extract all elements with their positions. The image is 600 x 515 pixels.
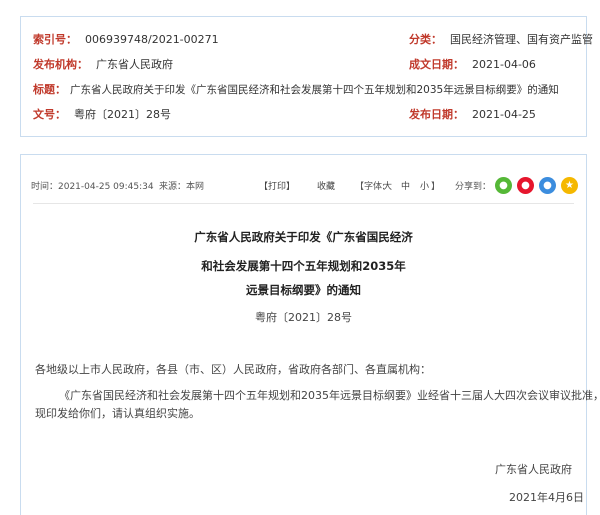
issuer-label: 发布机构： xyxy=(33,58,88,71)
source-text: 来源：本网 xyxy=(159,182,205,192)
created-date-row: 成文日期： 2021-04-06 xyxy=(409,58,536,72)
title-row: 标题： 广东省人民政府关于印发《广东省国民经济和社会发展第十四个五年规划和2035… xyxy=(33,83,559,97)
index-number-value: 006939748/2021-00271 xyxy=(85,33,219,46)
wechat-icon[interactable]: ● xyxy=(495,177,512,194)
doc-number-row: 文号： 粤府〔2021〕28号 xyxy=(33,108,171,122)
qzone-icon[interactable]: ★ xyxy=(561,177,578,194)
doc-number-label: 文号： xyxy=(33,108,66,121)
published-date-row: 发布日期： 2021-04-25 xyxy=(409,108,536,122)
title-label: 标题： xyxy=(33,83,66,96)
created-date-label: 成文日期： xyxy=(409,58,464,71)
font-size-close: 】 xyxy=(431,182,441,192)
body-paragraph-line-2: 现印发给你们，请认真组织实施。 xyxy=(35,407,200,420)
category-row: 分类： 国民经济管理、国有资产监管 xyxy=(409,33,593,47)
issuer-row: 发布机构： 广东省人民政府 xyxy=(33,58,173,72)
index-number-row: 索引号： 006939748/2021-00271 xyxy=(33,33,219,47)
font-size-label: 【字体: xyxy=(355,182,386,192)
index-number-label: 索引号： xyxy=(33,33,77,46)
document-metadata-panel: 索引号： 006939748/2021-00271 分类： 国民经济管理、国有资产监… xyxy=(20,16,593,137)
share-label: 分享到： xyxy=(455,182,492,192)
publish-time: 时间：2021-04-25 09:45:34 xyxy=(31,182,154,192)
qq-icon[interactable]: ● xyxy=(539,177,556,194)
article-title-line-2: 和社会发展第十四个五年规划和2035年 xyxy=(201,259,406,273)
toolbar-divider xyxy=(33,203,574,204)
published-date-label: 发布日期： xyxy=(409,108,464,121)
font-medium-button[interactable]: 中 xyxy=(401,181,410,193)
created-date-value: 2021-04-06 xyxy=(472,58,536,71)
print-link[interactable]: 【打印】 xyxy=(259,181,295,193)
article-title-line-3: 远景目标纲要》的通知 xyxy=(246,283,361,297)
category-value: 国民经济管理、国有资产监管 xyxy=(450,33,593,46)
article-title-line-1: 广东省人民政府关于印发《广东省国民经济 xyxy=(194,230,413,244)
issuer-value: 广东省人民政府 xyxy=(96,58,173,71)
title-value: 广东省人民政府关于印发《广东省国民经济和社会发展第十四个五年规划和2035年远景… xyxy=(70,84,559,96)
addressee: 各地级以上市人民政府，各县（市、区）人民政府，省政府各部门、各直属机构： xyxy=(35,363,431,376)
weibo-icon[interactable]: ● xyxy=(517,177,534,194)
font-large-button[interactable]: 大 xyxy=(383,181,392,193)
signature-date: 2021年4月6日 xyxy=(509,491,584,504)
favorite-link[interactable]: 收藏 xyxy=(317,181,335,193)
article-toolbar: 时间：2021-04-25 09:45:34 来源：本网 【打印】 收藏 【字体… xyxy=(21,155,586,203)
body-paragraph-line-1: 《广东省国民经济和社会发展第十四个五年规划和2035年远景目标纲要》业经省十三届… xyxy=(59,389,600,402)
article-panel: 时间：2021-04-25 09:45:34 来源：本网 【打印】 收藏 【字体… xyxy=(20,154,600,515)
doc-number-value: 粤府〔2021〕28号 xyxy=(74,108,171,121)
signature: 广东省人民政府 xyxy=(495,463,572,476)
published-date-value: 2021-04-25 xyxy=(472,108,536,121)
font-small-button[interactable]: 小 xyxy=(420,181,429,193)
category-label: 分类： xyxy=(409,33,442,46)
article-doc-number: 粤府〔2021〕28号 xyxy=(255,311,352,324)
